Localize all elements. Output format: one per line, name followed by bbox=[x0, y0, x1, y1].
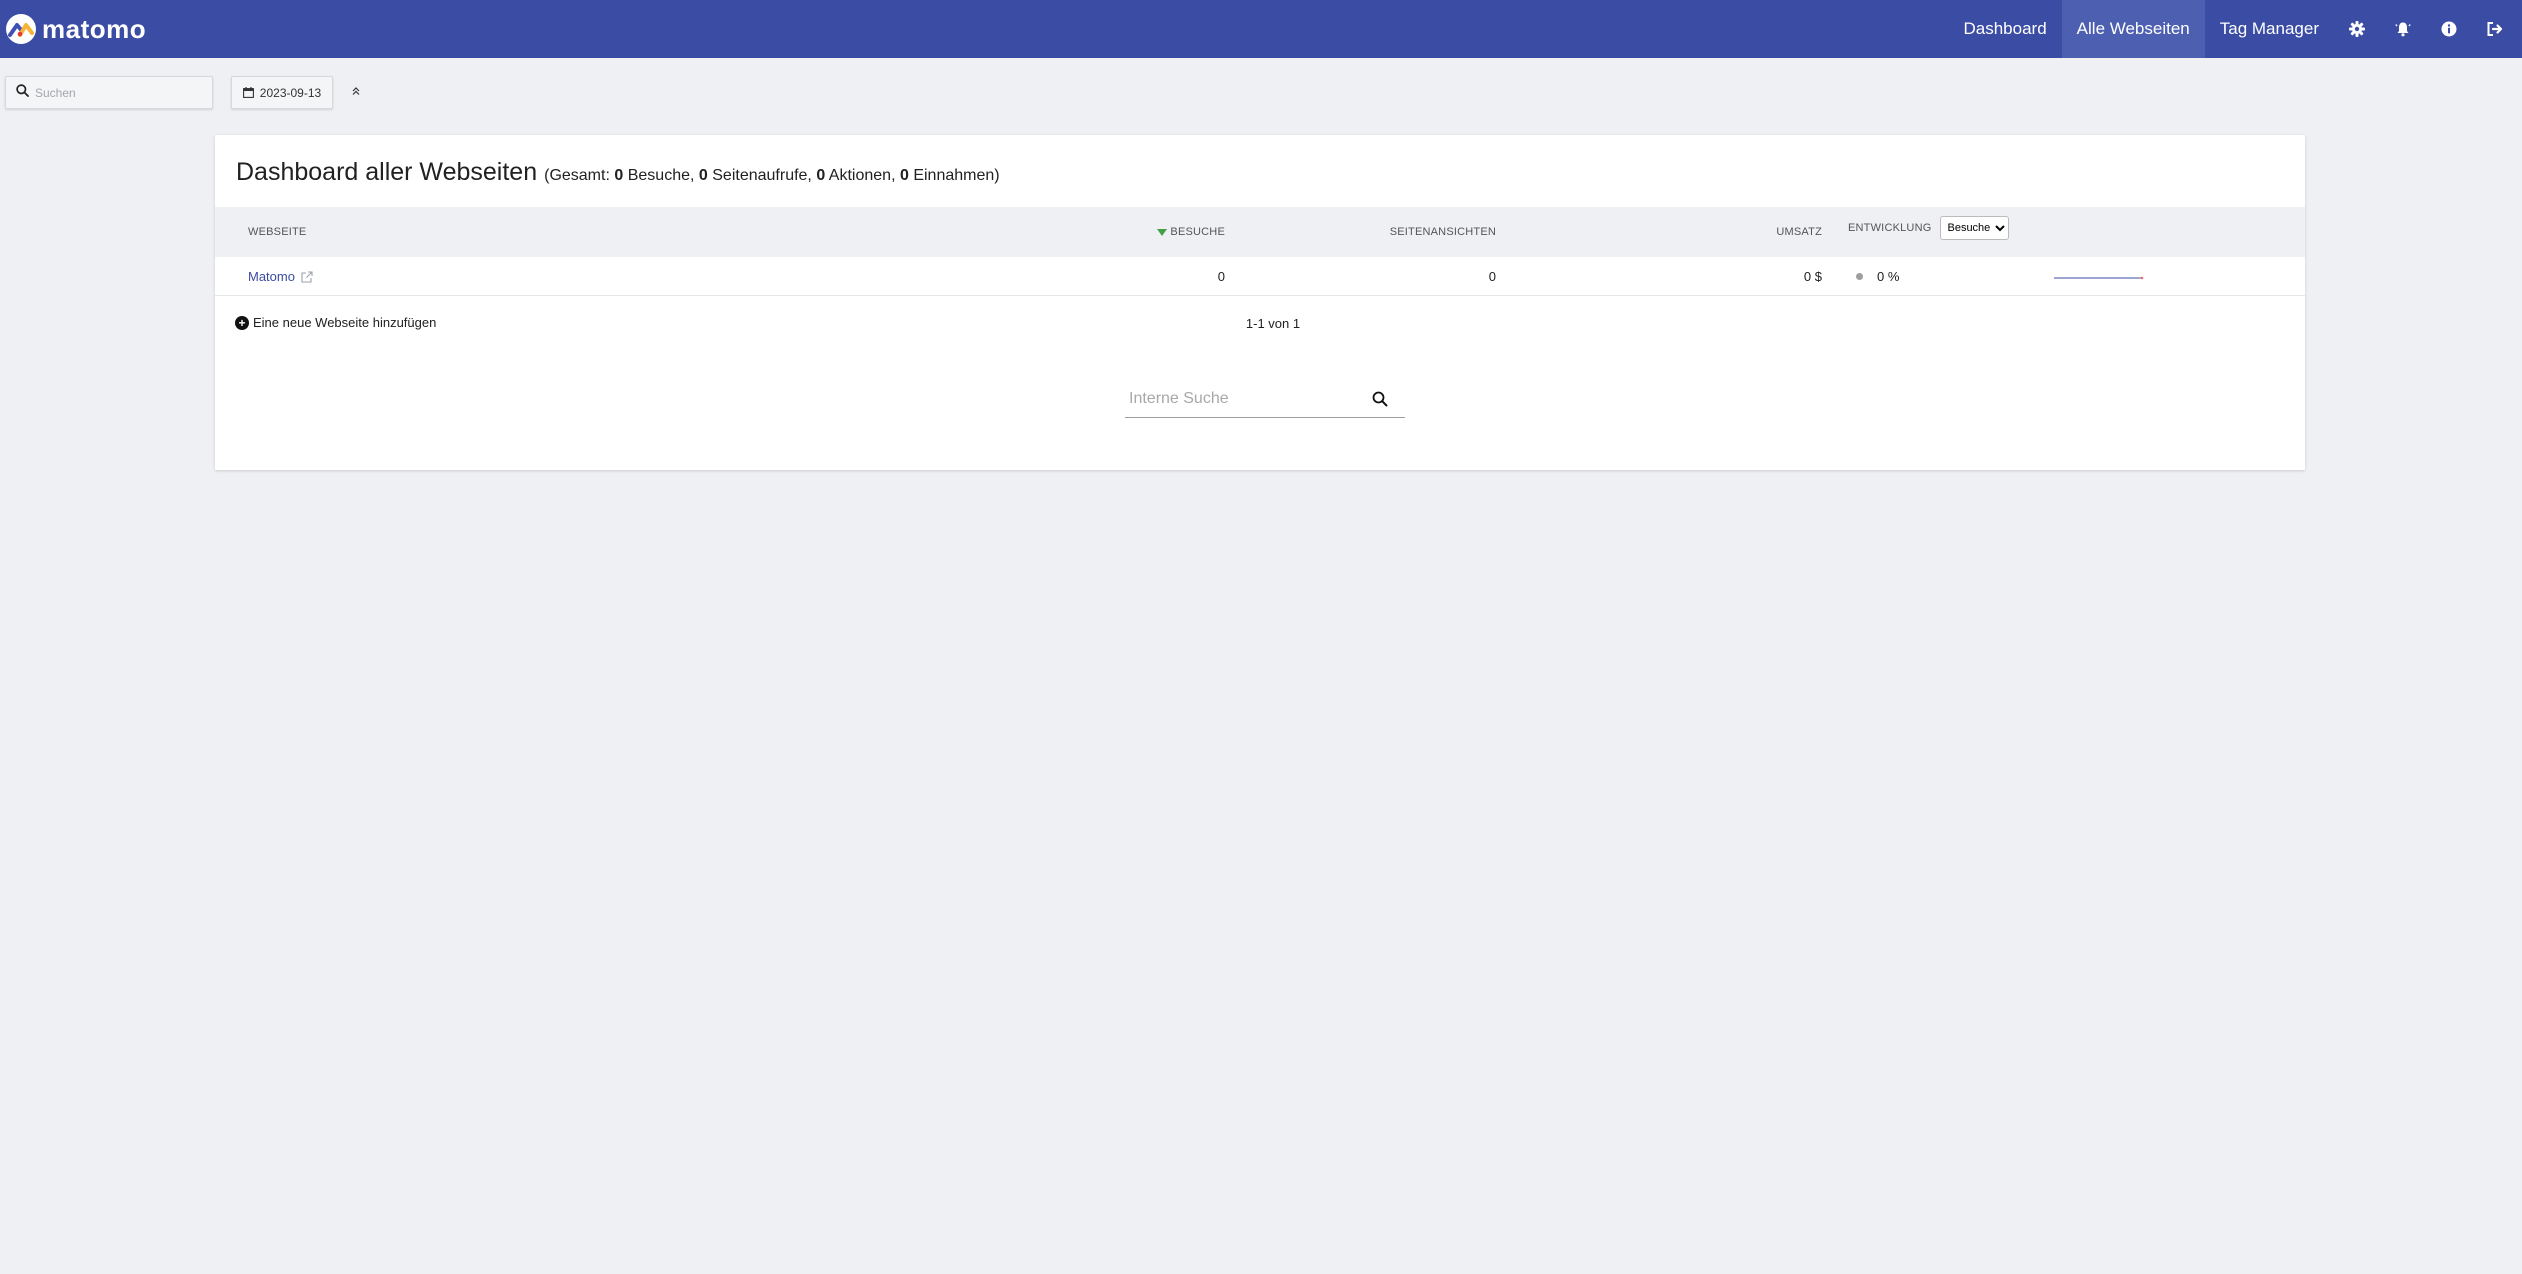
column-header-evolution: Entwicklung Besuche bbox=[1848, 203, 2010, 253]
total-actions: 0 bbox=[816, 167, 826, 184]
internal-search-box[interactable] bbox=[1125, 380, 1405, 418]
site-name: Matomo bbox=[248, 269, 295, 284]
add-website-label: Eine neue Webseite hinzufügen bbox=[253, 315, 437, 330]
visits-sparkline bbox=[2054, 276, 2144, 280]
gear-icon[interactable] bbox=[2334, 0, 2380, 58]
site-evolution-value: 0 % bbox=[1877, 269, 1900, 284]
nav-tag-manager[interactable]: Tag Manager bbox=[2205, 0, 2334, 58]
site-link[interactable]: Matomo bbox=[248, 257, 313, 296]
plus-circle-icon: + bbox=[235, 315, 249, 330]
all-websites-dashboard-card: Dashboard aller Webseiten (Gesamt: 0 Bes… bbox=[215, 135, 2305, 470]
info-icon[interactable] bbox=[2426, 0, 2472, 58]
site-search-input[interactable] bbox=[35, 85, 205, 100]
totals-summary: (Gesamt: 0 Besuche, 0 Seitenaufrufe, 0 A… bbox=[544, 167, 1000, 185]
top-nav: Dashboard Alle Webseiten Tag Manager bbox=[1949, 0, 2335, 58]
total-revenue: 0 bbox=[899, 167, 909, 184]
calendar-icon bbox=[242, 87, 254, 98]
totals-prefix: (Gesamt: bbox=[544, 167, 610, 184]
evolution-neutral-dot-icon bbox=[1856, 273, 1863, 280]
matomo-logo[interactable]: matomo bbox=[6, 0, 146, 58]
site-evolution: 0 % bbox=[1856, 257, 1899, 296]
total-pageviews-label: Seitenaufrufe, bbox=[712, 167, 812, 184]
nav-all-websites[interactable]: Alle Webseiten bbox=[2061, 0, 2205, 58]
site-pageviews: 0 bbox=[1488, 269, 1496, 284]
nav-dashboard[interactable]: Dashboard bbox=[1949, 0, 2062, 58]
site-revenue: 0 $ bbox=[1803, 269, 1822, 284]
period-date: 2023-09-13 bbox=[259, 85, 322, 100]
logout-icon[interactable] bbox=[2472, 0, 2518, 58]
dashboard-heading: Dashboard aller Webseiten (Gesamt: 0 Bes… bbox=[236, 158, 1000, 187]
total-revenue-label: Einnahmen) bbox=[913, 167, 1000, 184]
pagination-info: 1-1 von 1 bbox=[1245, 316, 1301, 331]
total-pageviews: 0 bbox=[698, 167, 708, 184]
collapse-toolbar-button[interactable] bbox=[346, 80, 366, 102]
external-link-icon[interactable] bbox=[301, 270, 313, 283]
period-selector[interactable]: 2023-09-13 bbox=[231, 76, 333, 109]
add-website-link[interactable]: + Eine neue Webseite hinzufügen bbox=[235, 315, 436, 330]
site-search-box[interactable] bbox=[5, 76, 213, 109]
table-row: Matomo 0 0 0 $ 0 % bbox=[215, 257, 2305, 296]
column-header-pageviews[interactable]: Seitenansichten bbox=[1155, 207, 1496, 257]
total-actions-label: Aktionen, bbox=[828, 167, 896, 184]
total-visits-label: Besuche, bbox=[627, 167, 695, 184]
evolution-metric-select[interactable]: Besuche bbox=[1940, 216, 2010, 240]
page-title: Dashboard aller Webseiten bbox=[236, 158, 538, 186]
bell-icon[interactable] bbox=[2380, 0, 2426, 58]
column-header-revenue[interactable]: Umsatz bbox=[1515, 207, 1822, 257]
total-visits: 0 bbox=[614, 167, 624, 184]
table-header: Webseite Besuche Seitenansichten Umsatz … bbox=[215, 207, 2305, 257]
double-chevron-up-icon bbox=[352, 87, 360, 95]
matomo-logo-icon bbox=[6, 14, 36, 44]
top-icons bbox=[2334, 0, 2518, 58]
column-header-site[interactable]: Webseite bbox=[248, 207, 306, 257]
search-icon[interactable] bbox=[1365, 384, 1395, 414]
top-bar: matomo Dashboard Alle Webseiten Tag Mana… bbox=[0, 0, 2522, 58]
internal-search-input[interactable] bbox=[1125, 389, 1365, 408]
search-icon bbox=[16, 83, 29, 102]
brand-name: matomo bbox=[42, 13, 147, 44]
column-header-evolution-label[interactable]: Entwicklung bbox=[1848, 222, 1931, 234]
